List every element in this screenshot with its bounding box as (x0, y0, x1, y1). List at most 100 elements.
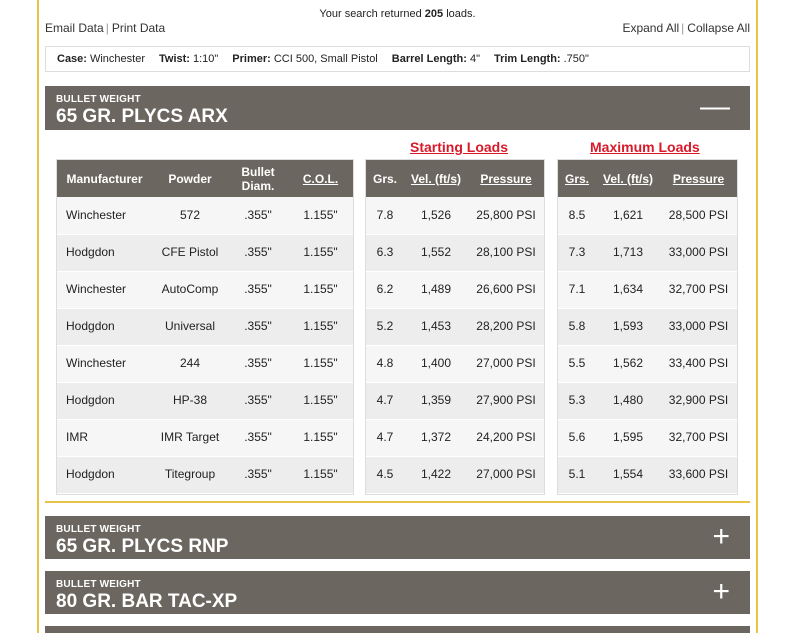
cell-max-grs: 5.5 (558, 345, 596, 383)
cell-bullet-diam: .355" (228, 234, 288, 272)
cell-start-grs: 4.7 (366, 382, 404, 420)
cell-max-grs: 7.1 (558, 271, 596, 309)
col-header-start-vel[interactable]: Vel. (ft/s) (404, 160, 468, 197)
col-header-col[interactable]: C.O.L. (288, 160, 353, 197)
col-header-powder: Powder (152, 160, 228, 197)
criteria-twist: Twist: 1:10" (159, 53, 219, 65)
cell-bullet-diam: .355" (228, 308, 288, 346)
cell-bullet-diam: .355" (228, 382, 288, 420)
cell-powder: Titegroup (152, 456, 228, 494)
cell-max-pressure: 32,700 PSI (660, 271, 737, 309)
col-header-max-vel[interactable]: Vel. (ft/s) (596, 160, 660, 197)
table-row: IMR IMR Target .355" 1.155" (57, 419, 353, 457)
section-header-plycs-rnp[interactable]: BULLET WEIGHT 65 GR. PLYCS RNP + (45, 516, 750, 559)
col-header-start-pressure[interactable]: Pressure (468, 160, 544, 197)
maximum-loads-grid: Grs. Vel. (ft/s) Pressure 8.5 1,621 28,500… (558, 160, 737, 494)
cell-start-grs: 5.2 (366, 308, 404, 346)
section-header-bar-tac-xp[interactable]: BULLET WEIGHT 80 GR. BAR TAC-XP + (45, 571, 750, 614)
load-criteria-bar: Case: Winchester Twist: 1:10" Primer: CCI 5… (45, 46, 750, 72)
cell-max-pressure: 33,600 PSI (660, 456, 737, 494)
cell-max-grs: 5.6 (558, 419, 596, 457)
criteria-primer: Primer: CCI 500, Small Pistol (232, 53, 378, 65)
cell-col: 1.155" (288, 234, 353, 272)
col-header-max-pressure[interactable]: Pressure (660, 160, 737, 197)
search-prefix: Your search returned (319, 8, 422, 20)
cell-start-pressure: 27,900 PSI (468, 382, 544, 420)
cell-manufacturer: Winchester (57, 197, 152, 235)
cell-start-grs: 4.5 (366, 456, 404, 494)
search-suffix: loads. (446, 8, 476, 20)
maximum-loads-table: Grs. Vel. (ft/s) Pressure 8.5 1,621 28,500… (557, 159, 738, 495)
cell-col: 1.155" (288, 419, 353, 457)
starting-loads-grid: Grs. Vel. (ft/s) Pressure 7.8 1,526 25,800… (366, 160, 544, 494)
table-row: 4.8 1,400 27,000 PSI (366, 345, 544, 383)
table-row: 5.6 1,595 32,700 PSI (558, 419, 737, 457)
cell-max-grs: 5.1 (558, 456, 596, 494)
cell-start-vel: 1,422 (404, 456, 468, 494)
cell-start-vel: 1,489 (404, 271, 468, 309)
table-row: 4.5 1,422 27,000 PSI (366, 456, 544, 494)
table-row: 7.3 1,713 33,000 PSI (558, 234, 737, 272)
expand-icon[interactable]: + (712, 522, 730, 552)
table-row: Hodgdon Universal .355" 1.155" (57, 308, 353, 346)
cell-powder: HP-38 (152, 382, 228, 420)
table-row: 7.8 1,526 25,800 PSI (366, 197, 544, 235)
cell-powder: 572 (152, 197, 228, 235)
expand-all-link[interactable]: Expand All (622, 21, 679, 35)
search-result-message: Your search returned 205 loads. (45, 8, 750, 20)
expand-collapse-links: Expand All | Collapse All (622, 21, 750, 35)
col-header-manufacturer: Manufacturer (57, 160, 152, 197)
email-data-link[interactable]: Email Data (45, 21, 104, 35)
cell-powder: AutoComp (152, 271, 228, 309)
col-header-start-grs: Grs. (366, 160, 404, 197)
results-toolbar: Your search returned 205 loads. Email Da… (45, 0, 750, 40)
cell-max-vel: 1,595 (596, 419, 660, 457)
section-subtitle: BULLET WEIGHT (56, 579, 141, 590)
cell-col: 1.155" (288, 456, 353, 494)
cell-max-pressure: 33,400 PSI (660, 345, 737, 383)
section-header-plycs-arx[interactable]: BULLET WEIGHT 65 GR. PLYCS ARX — (45, 86, 750, 130)
table-row: 5.2 1,453 28,200 PSI (366, 308, 544, 346)
table-row: 5.8 1,593 33,000 PSI (558, 308, 737, 346)
cell-start-grs: 6.3 (366, 234, 404, 272)
cell-start-grs: 4.8 (366, 345, 404, 383)
component-table: Manufacturer Powder Bullet Diam. C.O.L. … (56, 159, 354, 495)
cell-max-vel: 1,593 (596, 308, 660, 346)
cell-start-pressure: 27,000 PSI (468, 456, 544, 494)
link-separator: | (681, 21, 685, 35)
cell-bullet-diam: .355" (228, 271, 288, 309)
table-row: 5.5 1,562 33,400 PSI (558, 345, 737, 383)
cell-powder: Universal (152, 308, 228, 346)
starting-loads-table: Grs. Vel. (ft/s) Pressure 7.8 1,526 25,800… (365, 159, 545, 495)
cell-max-pressure: 33,000 PSI (660, 308, 737, 346)
cell-manufacturer: Hodgdon (57, 308, 152, 346)
cell-bullet-diam: .355" (228, 456, 288, 494)
cell-start-pressure: 27,000 PSI (468, 345, 544, 383)
cell-max-vel: 1,562 (596, 345, 660, 383)
cell-max-pressure: 33,000 PSI (660, 234, 737, 272)
cell-max-vel: 1,634 (596, 271, 660, 309)
cell-powder: CFE Pistol (152, 234, 228, 272)
cell-manufacturer: Winchester (57, 345, 152, 383)
col-header-max-grs[interactable]: Grs. (558, 160, 596, 197)
table-row: Winchester 572.355" 1.155" (57, 197, 353, 235)
cell-manufacturer: Hodgdon (57, 382, 152, 420)
table-row: 6.2 1,489 26,600 PSI (366, 271, 544, 309)
section-title: 65 GR. PLYCS RNP (56, 536, 229, 557)
starting-loads-heading: Starting Loads (410, 139, 509, 155)
cell-manufacturer: Hodgdon (57, 234, 152, 272)
table-row: Winchester AutoComp .355" 1.155" (57, 271, 353, 309)
criteria-case: Case: Winchester (57, 53, 145, 65)
collapse-icon[interactable]: — (700, 92, 730, 122)
section-subtitle: BULLET WEIGHT (56, 524, 141, 535)
cell-col: 1.155" (288, 308, 353, 346)
print-data-link[interactable]: Print Data (112, 21, 165, 35)
cell-max-pressure: 32,700 PSI (660, 419, 737, 457)
cell-max-vel: 1,480 (596, 382, 660, 420)
cell-start-vel: 1,359 (404, 382, 468, 420)
expand-icon[interactable]: + (712, 577, 730, 607)
cell-max-pressure: 32,900 PSI (660, 382, 737, 420)
cell-start-vel: 1,552 (404, 234, 468, 272)
collapse-all-link[interactable]: Collapse All (687, 21, 750, 35)
table-row: Winchester 244.355" 1.155" (57, 345, 353, 383)
